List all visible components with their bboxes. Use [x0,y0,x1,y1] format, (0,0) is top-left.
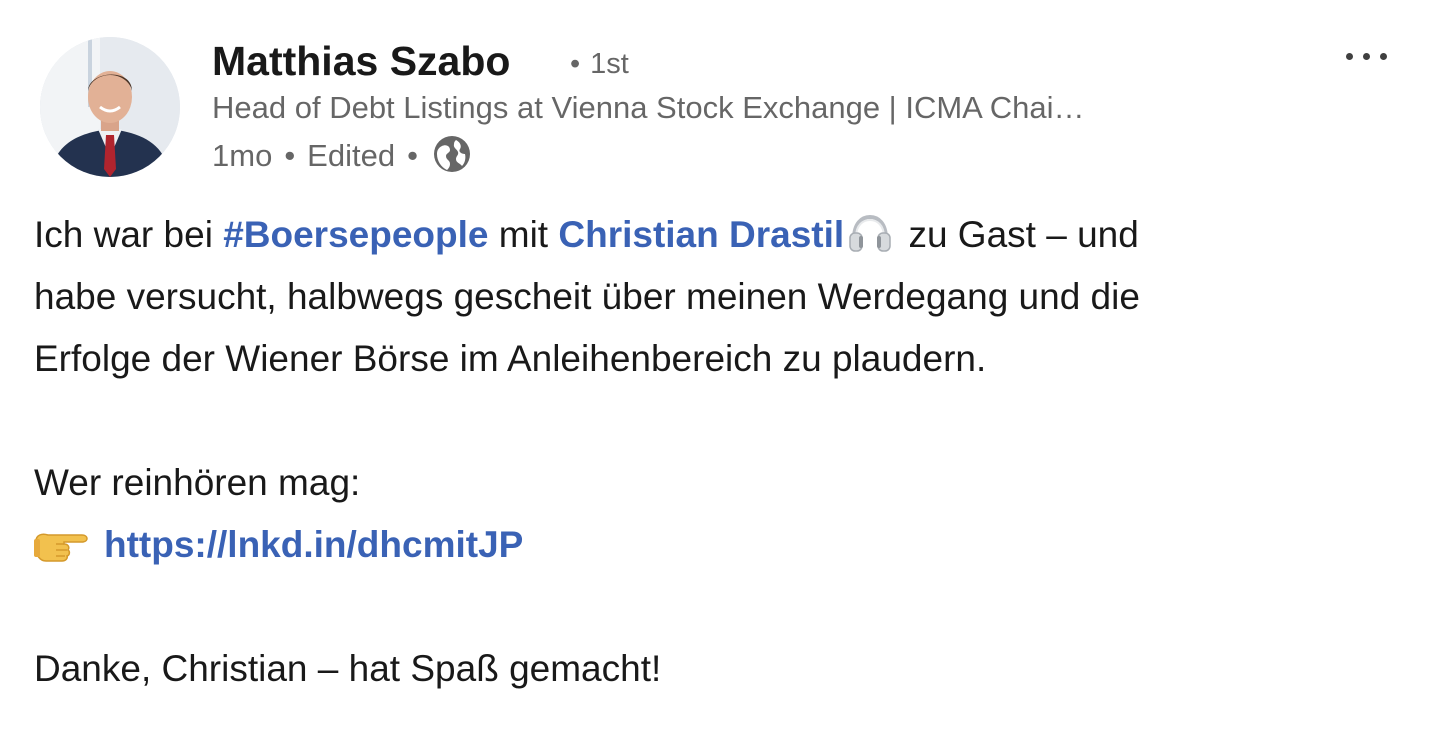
author-headline: Head of Debt Listings at Vienna Stock Ex… [212,90,1085,125]
hashtag-link[interactable]: #Boersepeople [223,214,488,255]
mention-link[interactable]: Christian Drastil [558,214,844,255]
post-external-link[interactable]: https://lnkd.in/dhcmitJP [104,524,523,565]
post-text-segment: Ich war bei [34,214,224,255]
pointing-right-icon [34,520,90,562]
globe-icon [432,134,472,174]
post-text-segment: zu Gast – und [898,214,1139,255]
author-name[interactable]: Matthias Szabo [212,36,510,86]
post-line-2: habe versucht, halbwegs gescheit über me… [34,276,1140,317]
post-body: Ich war bei #Boersepeople mit Christian … [34,204,1414,700]
meta-separator: • [284,138,296,173]
post-line-4: Wer reinhören mag: [34,462,361,503]
post-meta: 1mo • Edited • [212,136,472,176]
edited-label: Edited [307,138,396,173]
more-options-icon[interactable] [1336,36,1396,76]
feed-post: Matthias Szabo • 1st Head of Debt Listing… [0,0,1440,754]
headphones-icon [848,210,892,252]
connection-degree: • 1st [570,44,629,84]
degree-label: 1st [590,48,629,80]
author-avatar[interactable] [40,37,180,177]
post-line-5: https://lnkd.in/dhcmitJP [34,514,1414,576]
visibility-separator: • [407,138,418,173]
degree-separator: • [570,48,581,80]
profile-photo-icon [40,37,180,177]
post-text-segment: mit [488,214,559,255]
post-line-6: Danke, Christian – hat Spaß gemacht! [34,648,662,689]
post-line-1: Ich war bei #Boersepeople mit Christian … [34,204,1414,266]
post-time[interactable]: 1mo [212,136,272,176]
post-line-3: Erfolge der Wiener Börse im Anleihenbere… [34,338,987,379]
